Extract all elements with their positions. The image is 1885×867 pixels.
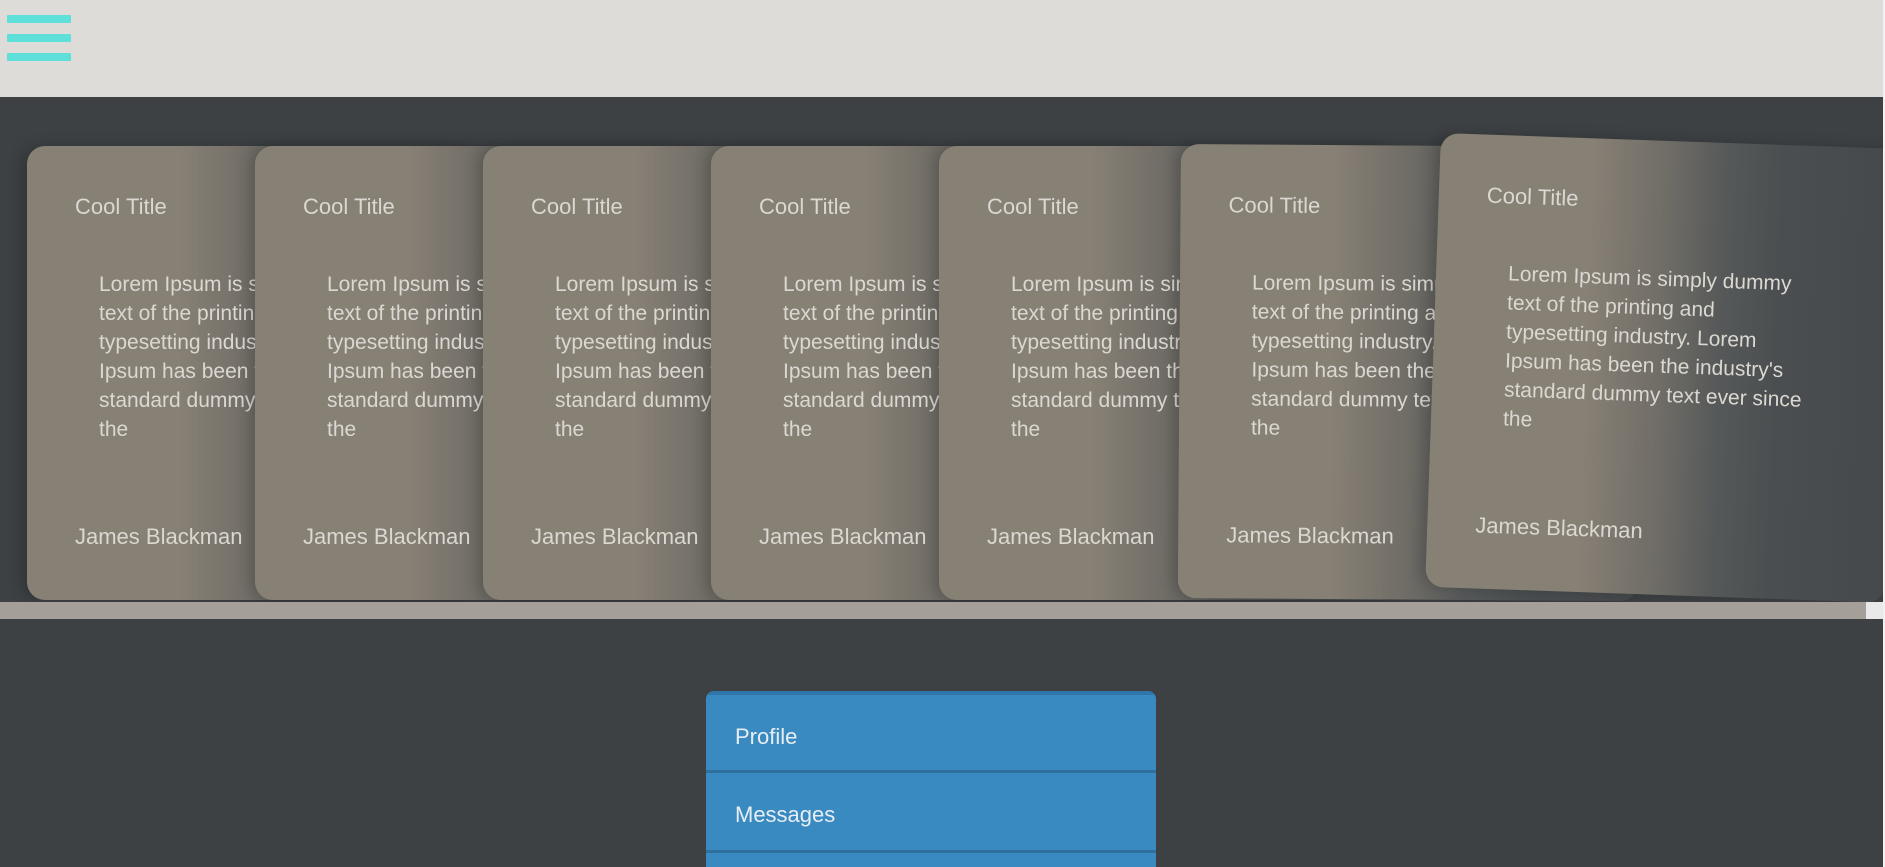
- hamburger-line: [7, 53, 71, 61]
- card-author: James Blackman: [75, 524, 243, 549]
- card-title: Cool Title: [75, 194, 167, 219]
- scrollbar-corner: [1866, 602, 1883, 619]
- menu-item-profile[interactable]: Profile: [706, 695, 1156, 773]
- carousel-scrollbar[interactable]: [0, 602, 1866, 619]
- card-title: Cool Title: [303, 194, 395, 219]
- card-author: James Blackman: [531, 524, 699, 549]
- menu-item-messages[interactable]: Messages: [706, 773, 1156, 851]
- card-body: Lorem Ipsum is simply dummy text of the …: [1502, 262, 1802, 432]
- card-author: James Blackman: [987, 524, 1155, 549]
- card-title: Cool Title: [1228, 192, 1321, 218]
- menu-item-label: Profile: [735, 724, 798, 749]
- card-author: James Blackman: [1474, 512, 1644, 544]
- menu-item-label: Messages: [735, 802, 836, 827]
- card-title: Cool Title: [1486, 182, 1579, 211]
- card-title: Cool Title: [759, 194, 851, 219]
- hamburger-menu-icon[interactable]: [7, 15, 71, 63]
- card[interactable]: Cool Title Lorem Ipsum is simply dummy t…: [1425, 133, 1883, 602]
- card-author: James Blackman: [759, 524, 927, 549]
- hamburger-line: [7, 15, 71, 23]
- card-author: James Blackman: [303, 524, 471, 549]
- card-author: James Blackman: [1226, 522, 1394, 549]
- dropdown-menu: Profile Messages: [706, 691, 1156, 867]
- menu-divider: [706, 850, 1156, 853]
- card-title: Cool Title: [987, 194, 1079, 219]
- hamburger-line: [7, 34, 71, 42]
- top-header-bar: [0, 0, 1883, 97]
- card-carousel[interactable]: Cool Title Lorem Ipsum is simply dummy t…: [0, 97, 1883, 602]
- card-title: Cool Title: [531, 194, 623, 219]
